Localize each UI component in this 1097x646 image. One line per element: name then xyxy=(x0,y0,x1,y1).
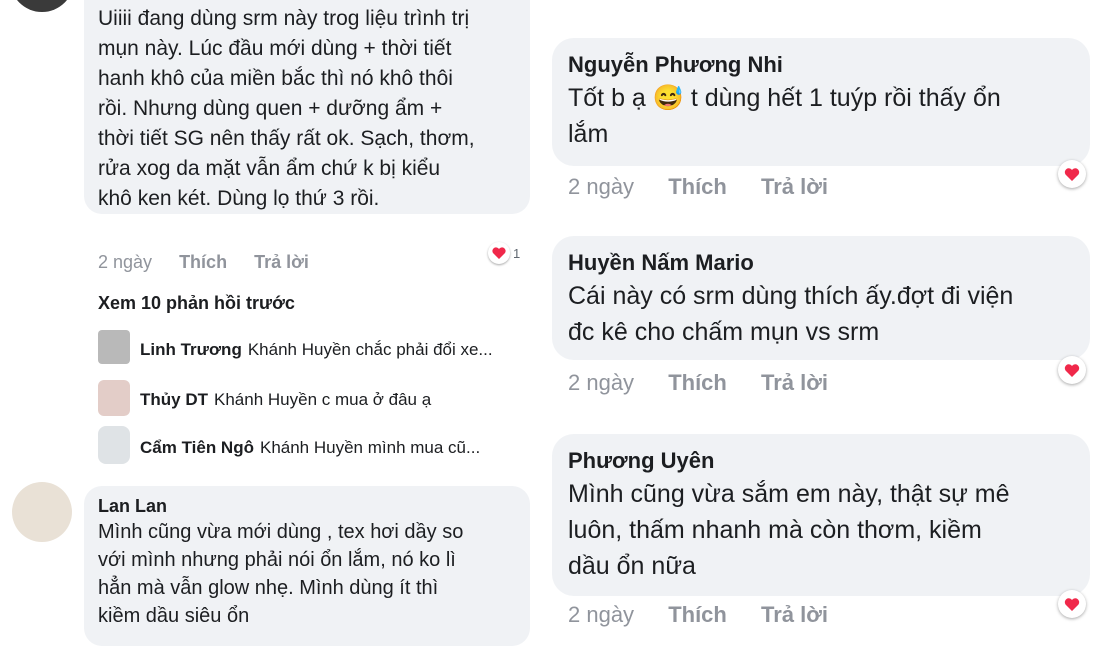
heart-icon xyxy=(1064,364,1080,377)
avatar[interactable] xyxy=(98,426,130,464)
heart-reaction[interactable] xyxy=(1058,356,1086,384)
reply-author[interactable]: Cẩm Tiên Ngô xyxy=(140,438,254,457)
reply-text: Khánh Huyền c mua ở đâu ạ xyxy=(214,390,432,409)
heart-reaction[interactable] xyxy=(1058,590,1086,618)
comment-text: Cái này có srm dùng thích ấy.đợt đi viện… xyxy=(568,282,1014,346)
avatar[interactable] xyxy=(98,380,130,416)
reaction-number: 1 xyxy=(513,245,521,261)
like-link[interactable]: Thích xyxy=(668,174,727,199)
heart-icon xyxy=(1064,168,1080,181)
comment-text: Mình cũng vừa mới dùng , tex hơi dầy so … xyxy=(98,521,464,627)
comment-time: 2 ngày xyxy=(98,252,153,272)
reply-item: Thủy DT Khánh Huyền c mua ở đâu ạ xyxy=(140,390,431,410)
smile-sweat-icon: 😅 xyxy=(652,84,684,112)
comment-bubble: Lan Lan Mình cũng vừa mới dùng , tex hơi… xyxy=(84,486,530,646)
reply-link[interactable]: Trả lời xyxy=(761,174,828,199)
avatar[interactable] xyxy=(98,330,130,364)
reaction-count[interactable]: 1 xyxy=(488,242,520,264)
like-link[interactable]: Thích xyxy=(668,370,727,395)
heart-reaction[interactable] xyxy=(1058,160,1086,188)
avatar[interactable] xyxy=(10,0,74,12)
like-link[interactable]: Thích xyxy=(179,252,227,272)
reply-link[interactable]: Trả lời xyxy=(254,252,309,272)
comment-author[interactable]: Phương Uyên xyxy=(568,446,1074,476)
reply-link[interactable]: Trả lời xyxy=(761,602,828,627)
comment-author[interactable]: Nguyễn Phương Nhi xyxy=(568,50,1074,80)
comment-time: 2 ngày xyxy=(568,602,635,627)
panel-divider xyxy=(540,0,546,640)
avatar[interactable] xyxy=(12,482,72,542)
like-link[interactable]: Thích xyxy=(668,602,727,627)
comment-text-part: Tốt b ạ xyxy=(568,84,653,112)
comment-actions: 2 ngày Thích Trả lời xyxy=(568,174,828,200)
heart-icon xyxy=(488,242,510,264)
reply-author[interactable]: Thủy DT xyxy=(140,390,208,409)
comment-actions: 2 ngày Thích Trả lời xyxy=(98,252,309,273)
comment-bubble: Nguyễn Phương Nhi Tốt b ạ 😅 t dùng hết 1… xyxy=(552,38,1090,166)
comment-actions: 2 ngày Thích Trả lời xyxy=(568,370,828,396)
reply-item: Cẩm Tiên Ngô Khánh Huyền mình mua cũ... xyxy=(140,438,480,458)
comment-bubble: Huyền Nấm Mario Cái này có srm dùng thíc… xyxy=(552,236,1090,360)
comment-actions: 2 ngày Thích Trả lời xyxy=(568,602,828,628)
comment-time: 2 ngày xyxy=(568,370,635,395)
comment-bubble: Phương Uyên Mình cũng vừa sắm em này, th… xyxy=(552,434,1090,596)
heart-icon xyxy=(1064,598,1080,611)
comment-text: Uiiii đang dùng srm này trog liệu trình … xyxy=(98,7,475,210)
comment-bubble: Uiiii đang dùng srm này trog liệu trình … xyxy=(84,0,530,214)
comment-time: 2 ngày xyxy=(568,174,635,199)
reply-link[interactable]: Trả lời xyxy=(761,370,828,395)
comment-author[interactable]: Huyền Nấm Mario xyxy=(568,248,1074,278)
reply-text: Khánh Huyền mình mua cũ... xyxy=(259,438,481,457)
reply-text: Khánh Huyền chắc phải đổi xe... xyxy=(247,340,493,359)
comment-text: Mình cũng vừa sắm em này, thật sự mê luô… xyxy=(568,480,1010,580)
comment-text: Tốt b ạ 😅 t dùng hết 1 tuýp rồi thấy ổn … xyxy=(568,80,1074,152)
view-previous-replies[interactable]: Xem 10 phản hồi trước xyxy=(98,293,295,314)
reply-item: Linh Trương Khánh Huyền chắc phải đổi xe.… xyxy=(140,340,493,360)
reply-author[interactable]: Linh Trương xyxy=(140,340,242,359)
comment-author[interactable]: Lan Lan xyxy=(98,494,516,518)
